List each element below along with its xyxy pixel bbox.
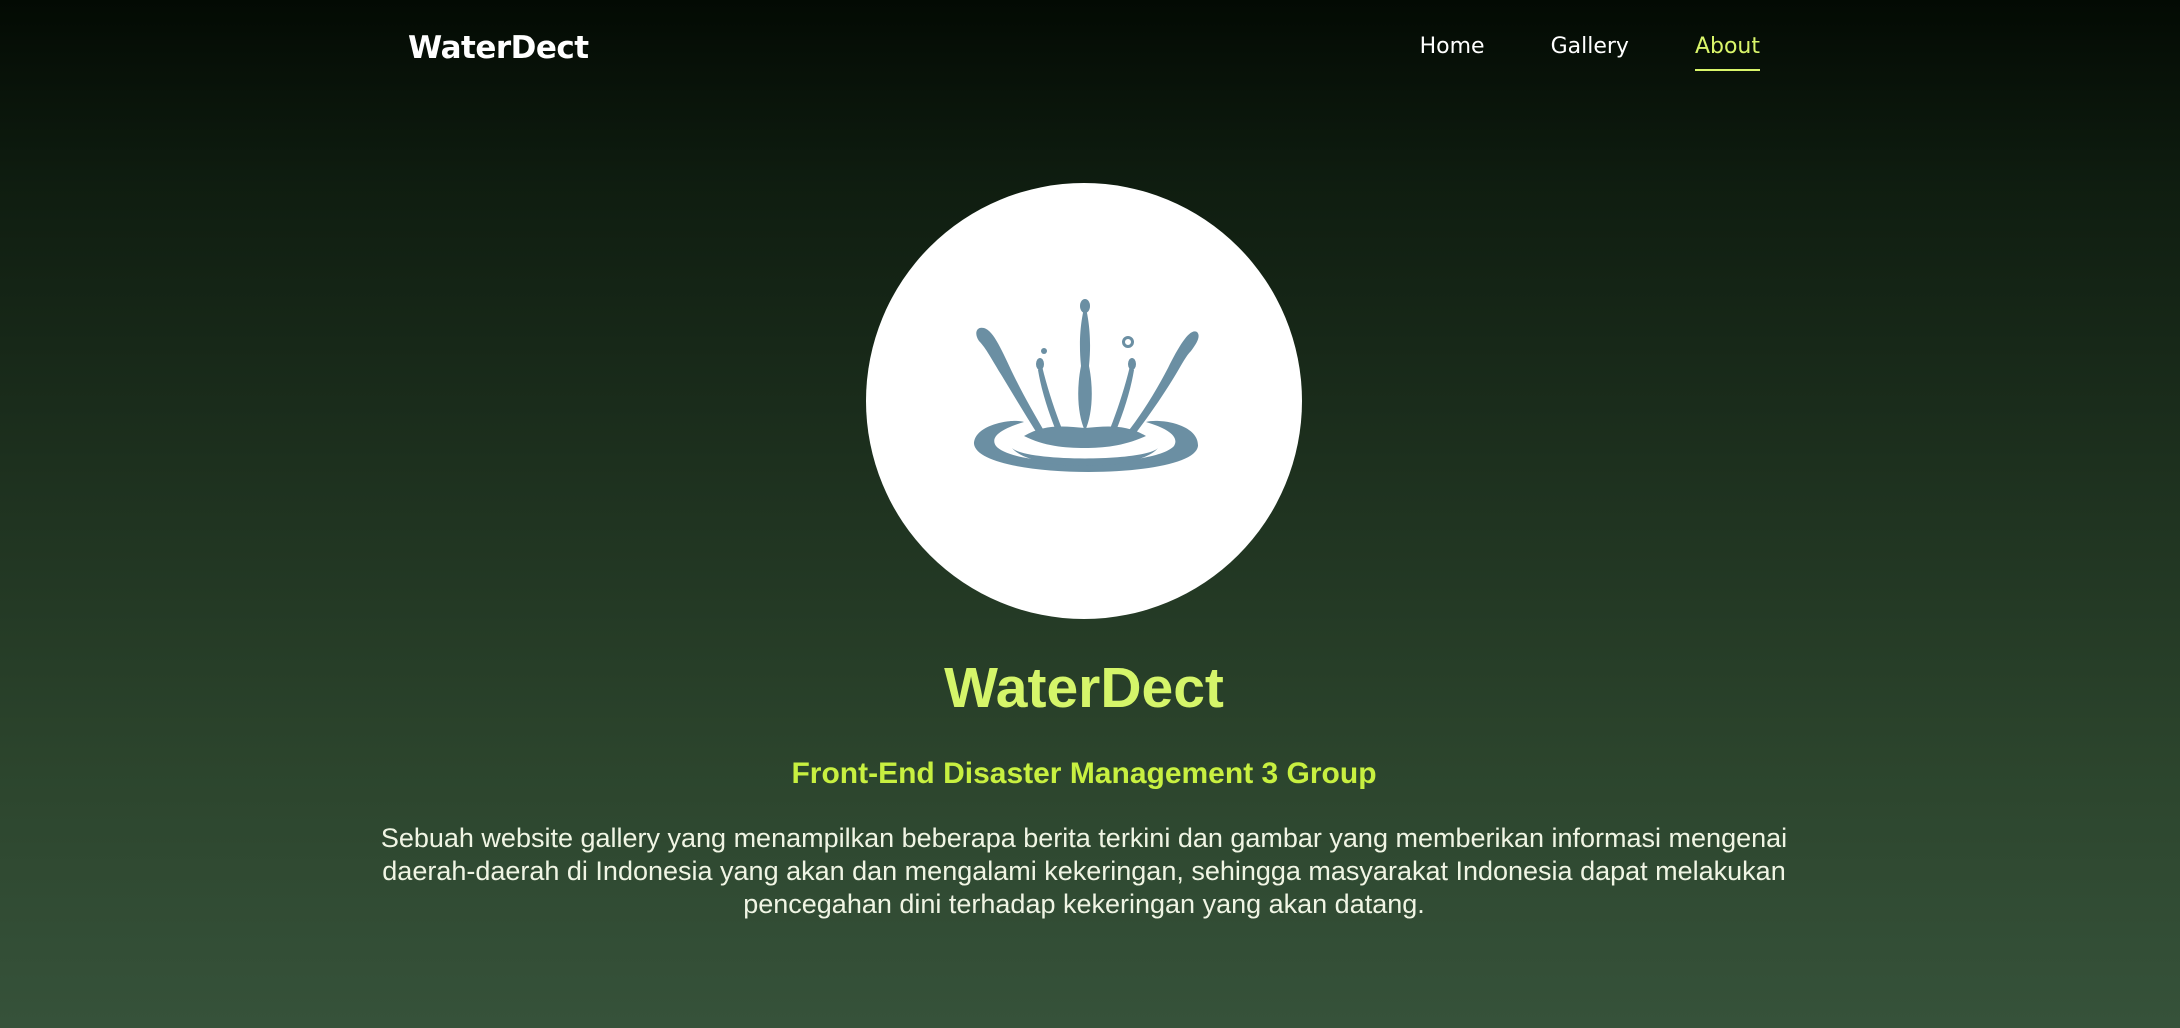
page-description: Sebuah website gallery yang menampilkan … xyxy=(380,823,1788,919)
navbar: WaterDect Home Gallery About xyxy=(0,0,2180,100)
nav-link-gallery[interactable]: Gallery xyxy=(1551,34,1629,71)
nav-link-about[interactable]: About xyxy=(1694,34,1760,71)
brand-logo-text[interactable]: WaterDect xyxy=(408,30,589,66)
page-subtitle: Front-End Disaster Management 3 Group xyxy=(791,757,1377,790)
nav-links: Home Gallery About xyxy=(1420,34,1760,71)
page-title: WaterDect xyxy=(944,656,1224,720)
nav-link-home[interactable]: Home xyxy=(1420,34,1485,71)
logo-image xyxy=(866,183,1302,619)
water-splash-icon xyxy=(974,299,1199,473)
